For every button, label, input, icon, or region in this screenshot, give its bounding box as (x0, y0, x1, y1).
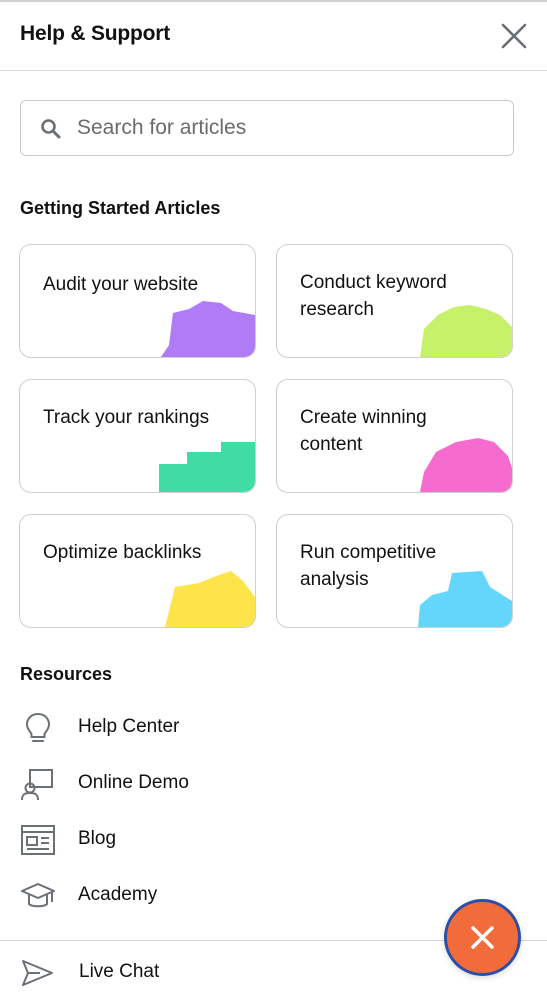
blue-blob-shape (418, 571, 512, 627)
newspaper-icon (21, 825, 55, 855)
search-box (20, 100, 514, 156)
panel-title: Help & Support (20, 22, 171, 45)
article-card-audit-website[interactable]: Audit your website (19, 244, 256, 358)
article-card-label: Audit your website (43, 274, 199, 295)
resource-blog[interactable]: Blog (20, 818, 320, 862)
lightbulb-icon (25, 712, 51, 742)
article-card-label: Optimize backlinks (43, 542, 202, 563)
graduation-cap-icon (21, 883, 55, 908)
teal-stairs-shape (159, 442, 255, 492)
close-chat-fab-button[interactable] (444, 899, 521, 976)
purple-blob-shape (161, 301, 255, 357)
article-card-label: Track your rankings (43, 407, 210, 428)
getting-started-heading: Getting Started Articles (20, 198, 221, 218)
resources-heading: Resources (20, 664, 113, 684)
presentation-icon (21, 769, 53, 801)
live-chat-button[interactable]: Live Chat (20, 951, 320, 995)
send-icon (22, 960, 53, 986)
resource-help-center[interactable]: Help Center (20, 706, 320, 750)
panel-header: Help & Support (0, 0, 547, 71)
resource-label: Academy (78, 884, 158, 905)
resource-label: Online Demo (78, 772, 189, 793)
yellow-blob-shape (165, 571, 255, 627)
close-icon (471, 926, 494, 949)
search-input[interactable] (77, 111, 497, 145)
resource-online-demo[interactable]: Online Demo (20, 762, 320, 806)
article-card-keyword-research[interactable]: Conduct keyword research (276, 244, 513, 358)
article-card-track-rankings[interactable]: Track your rankings (19, 379, 256, 493)
article-card-winning-content[interactable]: Create winning content (276, 379, 513, 493)
article-card-competitive-analysis[interactable]: Run competitive analysis (276, 514, 513, 628)
search-icon (41, 119, 61, 139)
close-button[interactable] (496, 18, 532, 54)
resource-academy[interactable]: Academy (20, 874, 320, 918)
live-chat-label: Live Chat (79, 961, 160, 982)
pink-blob-shape (420, 438, 512, 492)
resource-label: Help Center (78, 716, 180, 737)
resource-label: Blog (78, 828, 117, 849)
close-icon (501, 23, 527, 49)
article-card-optimize-backlinks[interactable]: Optimize backlinks (19, 514, 256, 628)
green-blob-shape (420, 305, 512, 357)
